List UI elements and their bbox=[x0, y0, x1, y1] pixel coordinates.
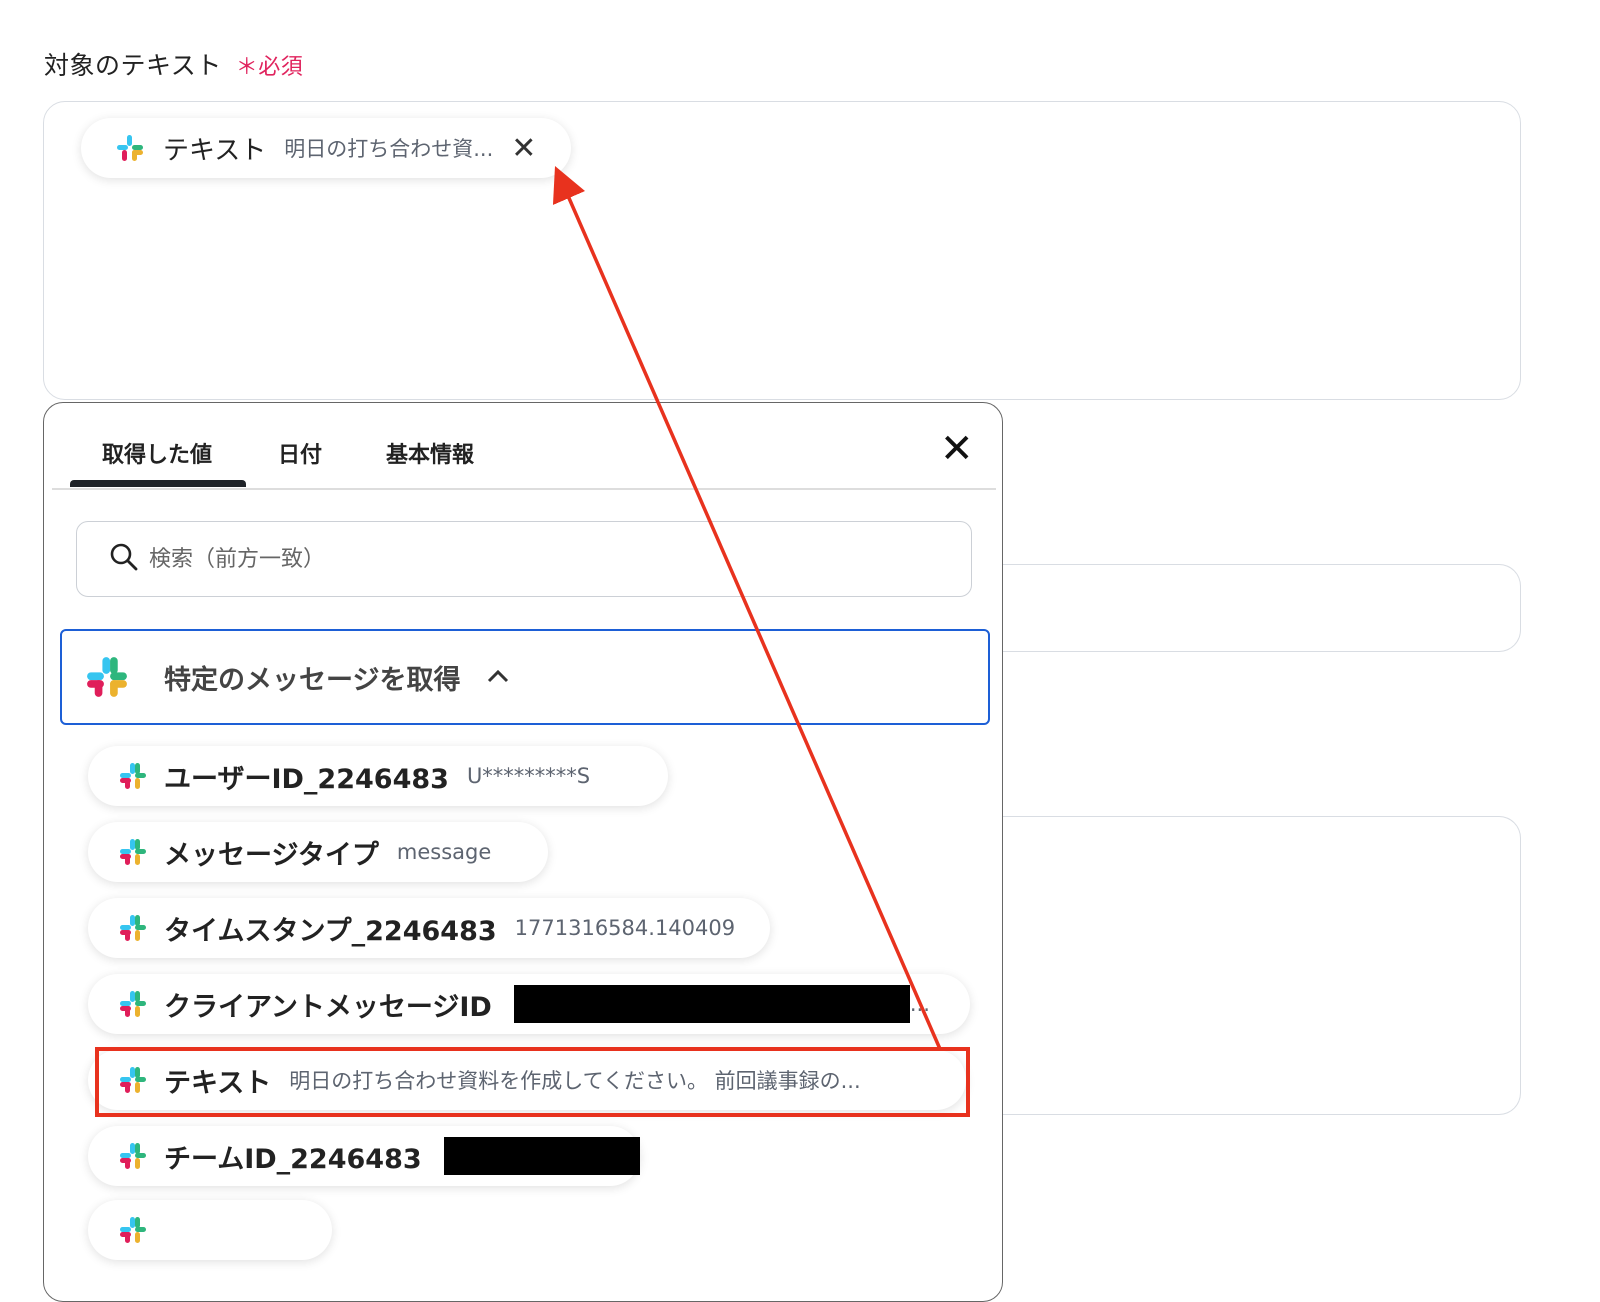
chevron-up-icon bbox=[486, 665, 510, 690]
list-item-timestamp[interactable]: タイムスタンプ_2246483 1771316584.140409 bbox=[88, 898, 770, 958]
slack-icon bbox=[118, 837, 148, 867]
item-value: U*********S bbox=[466, 764, 591, 788]
group-header-get-message[interactable]: 特定のメッセージを取得 bbox=[60, 629, 990, 725]
required-badge: ＊必須 bbox=[235, 55, 304, 80]
item-name: チームID_2246483 bbox=[164, 1143, 422, 1175]
tab-divider bbox=[52, 488, 996, 490]
item-value-suffix: ... bbox=[909, 992, 930, 1016]
slack-icon bbox=[118, 1215, 148, 1245]
item-name: クライアントメッセージID bbox=[164, 991, 492, 1023]
slack-icon bbox=[118, 761, 148, 791]
item-name: タイムスタンプ_2246483 bbox=[164, 915, 497, 947]
slack-icon bbox=[115, 133, 145, 163]
field-label: 対象のテキスト ＊必須 bbox=[44, 46, 303, 82]
item-value: message bbox=[396, 840, 492, 864]
group-name: 特定のメッセージを取得 bbox=[164, 664, 461, 696]
field-label-text: 対象のテキスト bbox=[44, 51, 222, 80]
redacted-value bbox=[513, 985, 910, 1023]
slack-icon bbox=[118, 1141, 148, 1171]
list-item-user-id[interactable]: ユーザーID_2246483 U*********S bbox=[88, 746, 668, 806]
chip-value: 明日の打ち合わせ資... bbox=[284, 137, 494, 161]
search-icon bbox=[109, 542, 139, 576]
list-item-client-message-id[interactable]: クライアントメッセージID ... bbox=[88, 974, 970, 1034]
list-item-message-type[interactable]: メッセージタイプ message bbox=[88, 822, 548, 882]
close-icon[interactable]: ✕ bbox=[511, 131, 536, 166]
background-field[interactable] bbox=[990, 564, 1521, 652]
slack-icon bbox=[84, 654, 130, 700]
item-value: 1771316584.140409 bbox=[514, 916, 736, 940]
active-tab-indicator bbox=[70, 480, 246, 487]
selected-value-chip[interactable]: テキスト 明日の打ち合わせ資... ✕ bbox=[81, 118, 571, 178]
slack-icon bbox=[118, 989, 148, 1019]
redacted-value bbox=[443, 1137, 640, 1175]
item-name: メッセージタイプ bbox=[164, 839, 379, 871]
picker-tabs: 取得した値 日付 基本情報 bbox=[44, 403, 1002, 491]
list-item-partial[interactable] bbox=[88, 1200, 332, 1260]
search-box[interactable] bbox=[76, 521, 972, 597]
tab-basic-info[interactable]: 基本情報 bbox=[386, 437, 474, 469]
close-icon[interactable]: ✕ bbox=[940, 429, 974, 469]
list-item-team-id[interactable]: チームID_2246483 bbox=[88, 1126, 640, 1186]
slack-icon bbox=[118, 913, 148, 943]
item-name: ユーザーID_2246483 bbox=[164, 763, 449, 795]
tab-acquired-values[interactable]: 取得した値 bbox=[102, 437, 212, 469]
search-input[interactable] bbox=[147, 545, 851, 573]
chip-name: テキスト bbox=[163, 135, 267, 166]
annotation-highlight-box bbox=[95, 1047, 970, 1117]
tab-date[interactable]: 日付 bbox=[278, 437, 322, 469]
background-textarea[interactable] bbox=[990, 816, 1521, 1115]
